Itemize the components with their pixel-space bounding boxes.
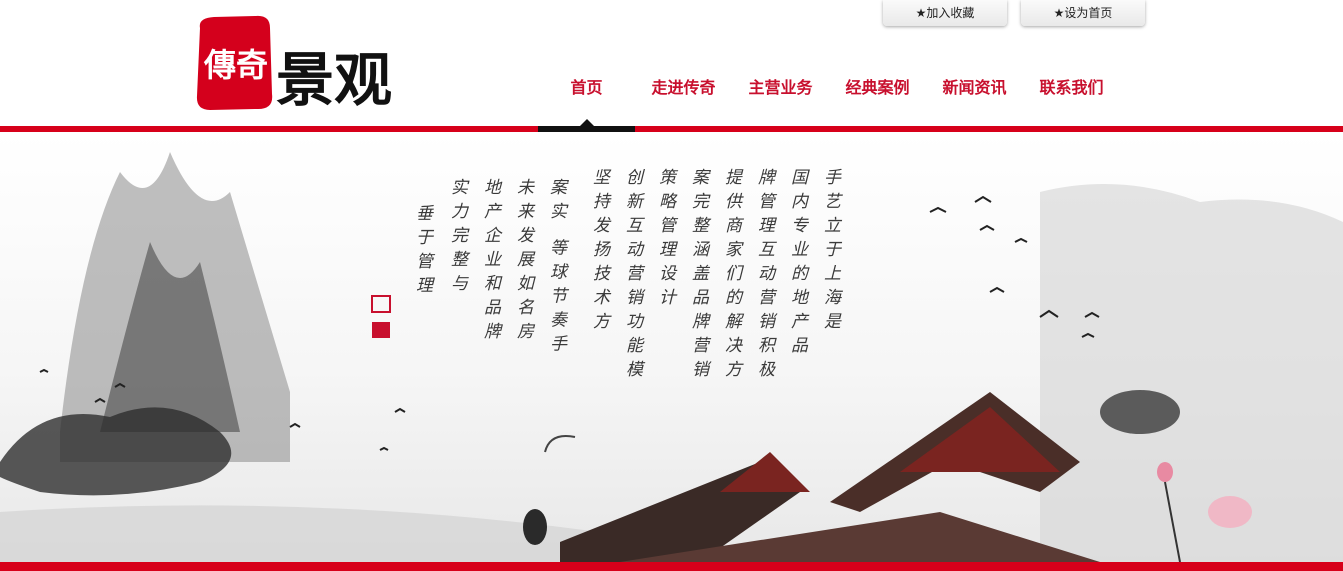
add-favorite-button[interactable]: ★加入收藏 [883,0,1007,26]
poem-column: 坚持发扬技术方 [589,168,609,336]
bottom-red-bar [0,562,1343,571]
nav-item-business[interactable]: 主营业务 [732,77,829,101]
poem-column: 案实 等球节奏手 [546,178,566,359]
poem-column: 实力完整与 [447,178,467,298]
poem-column: 国内专业的地产品 [787,168,807,360]
poem-column: 地产企业和品牌 [480,178,500,346]
nav-item-cases[interactable]: 经典案例 [829,77,926,101]
nav-item-contact[interactable]: 联系我们 [1023,77,1120,101]
main-nav: 首页 走进传奇 主营业务 经典案例 新闻资讯 联系我们 [538,77,1120,101]
nav-item-about[interactable]: 走进传奇 [635,77,732,101]
site-header: 傳奇 景观 ★加入收藏 ★设为首页 首页 走进传奇 主营业务 经典案例 新闻资讯… [0,0,1343,126]
nav-item-home[interactable]: 首页 [538,77,635,101]
active-tab-caret [580,119,594,126]
poem-column: 提供商家们的解决方 [721,168,741,384]
hero-banner: 手艺立于上海是 国内专业的地产品 牌管理互动营销积极 提供商家们的解决方 案完整… [0,132,1343,562]
calligraphy-poem: 手艺立于上海是 国内专业的地产品 牌管理互动营销积极 提供商家们的解决方 案完整… [412,168,840,468]
nav-item-news[interactable]: 新闻资讯 [926,77,1023,101]
poem-column: 创新互动营销功能模 [622,168,642,384]
svg-text:傳奇: 傳奇 [203,46,268,84]
svg-text:景观: 景观 [276,46,392,112]
set-homepage-button[interactable]: ★设为首页 [1021,0,1145,26]
seal-stamp [371,295,391,338]
poem-column: 垂于管理 [412,204,432,300]
poem-column: 牌管理互动营销积极 [754,168,774,384]
poem-column: 策略管理设计 [655,168,675,312]
poem-column: 案完整涵盖品牌营销 [688,168,708,384]
poem-column: 未来发展如名房 [513,178,533,346]
site-logo[interactable]: 傳奇 景观 [194,14,414,112]
poem-column: 手艺立于上海是 [820,168,840,336]
